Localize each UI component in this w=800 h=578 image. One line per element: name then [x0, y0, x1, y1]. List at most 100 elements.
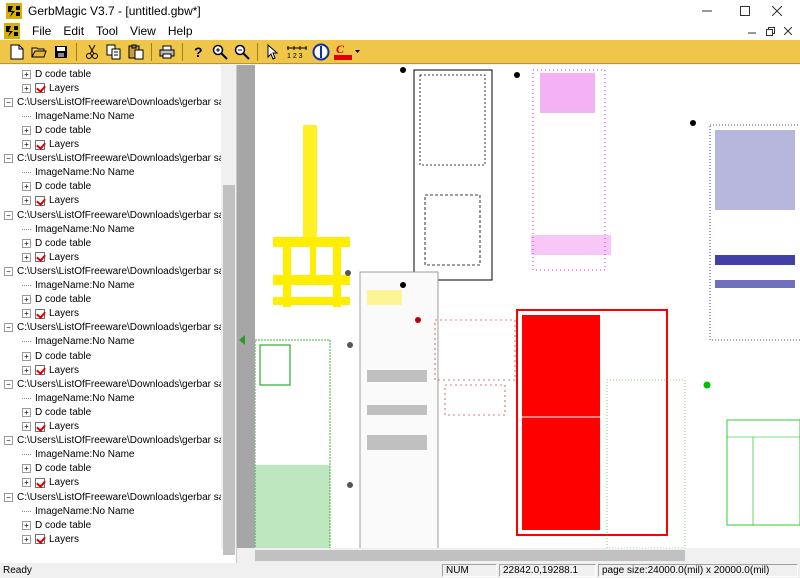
collapse-icon[interactable]: − [4, 97, 13, 107]
select-tool-button[interactable] [262, 41, 284, 63]
tree-item-layers[interactable]: + Layers [22, 532, 79, 546]
tree-item-dcode-table[interactable]: + D code table [22, 236, 91, 250]
zoom-in-button[interactable] [209, 41, 231, 63]
tree-item-image-name[interactable]: ImageName:No Name [22, 391, 134, 405]
expand-icon[interactable]: + [22, 365, 31, 375]
tree-item-dcode-table[interactable]: + D code table [22, 180, 91, 194]
tree-item-dcode-table[interactable]: + D code table [22, 349, 91, 363]
expand-icon[interactable]: + [22, 407, 31, 417]
tree-item-dcode-table[interactable]: + D code table [22, 123, 91, 137]
tree-item-layers[interactable]: + Layers [22, 307, 79, 321]
canvas-scroll-thumb[interactable] [255, 550, 685, 561]
tree-item-layers[interactable]: + Layers [22, 250, 79, 264]
tree-item-file[interactable]: − C:\Users\ListOfFreeware\Downloads\gerba… [4, 208, 236, 222]
tree-vertical-scrollbar[interactable] [221, 65, 236, 555]
expand-icon[interactable]: + [22, 125, 31, 135]
menu-edit[interactable]: Edit [57, 22, 90, 40]
collapse-icon[interactable]: − [4, 266, 13, 276]
tree-item-file[interactable]: − C:\Users\ListOfFreeware\Downloads\gerba… [4, 152, 236, 166]
expand-icon[interactable]: + [22, 238, 31, 248]
expand-icon[interactable]: + [22, 252, 31, 262]
copy-button[interactable] [103, 41, 125, 63]
expand-icon[interactable]: + [22, 295, 31, 305]
layer-checkbox[interactable] [35, 534, 45, 545]
canvas-horizontal-scrollbar[interactable] [237, 548, 800, 563]
new-file-button[interactable] [6, 41, 28, 63]
collapse-icon[interactable]: − [4, 154, 13, 164]
tree-item-dcode-table[interactable]: + D code table [22, 67, 91, 81]
close-button[interactable] [754, 0, 800, 22]
mdi-close-button[interactable] [780, 22, 796, 40]
gerber-canvas[interactable] [255, 65, 800, 550]
tree-item-image-name[interactable]: ImageName:No Name [22, 448, 134, 462]
tree-item-file[interactable]: − C:\Users\ListOfFreeware\Downloads\gerba… [4, 377, 236, 391]
tree-item-layers[interactable]: + Layers [22, 194, 79, 208]
expand-icon[interactable]: + [22, 534, 31, 544]
help-button[interactable]: ? [187, 41, 209, 63]
layer-checkbox[interactable] [35, 477, 45, 488]
expand-icon[interactable]: + [22, 182, 31, 192]
print-button[interactable] [156, 41, 178, 63]
expand-icon[interactable]: + [22, 196, 31, 206]
tree-item-image-name[interactable]: ImageName:No Name [22, 109, 134, 123]
expand-icon[interactable]: + [22, 140, 31, 149]
tree-item-file[interactable]: − C:\Users\ListOfFreeware\Downloads\gerba… [4, 95, 236, 109]
tree-item-layers[interactable]: + Layers [22, 420, 79, 434]
open-file-button[interactable] [28, 41, 50, 63]
tree-item-dcode-table[interactable]: + D code table [22, 293, 91, 307]
layer-checkbox[interactable] [35, 195, 45, 206]
expand-icon[interactable]: + [22, 69, 31, 79]
tree-item-image-name[interactable]: ImageName:No Name [22, 222, 134, 236]
circle-tool-button[interactable] [310, 41, 332, 63]
tree-item-layers[interactable]: + Layers [22, 363, 79, 377]
tree-item-file[interactable]: − C:\Users\ListOfFreeware\Downloads\gerba… [4, 264, 236, 278]
tree-item-dcode-table[interactable]: + D code table [22, 518, 91, 532]
mdi-minimize-button[interactable] [744, 22, 760, 40]
tree-item-layers[interactable]: + Layers [22, 476, 79, 490]
layer-checkbox[interactable] [35, 252, 45, 263]
cut-button[interactable] [81, 41, 103, 63]
collapse-icon[interactable]: − [4, 436, 13, 446]
save-button[interactable] [50, 41, 72, 63]
tree-item-dcode-table[interactable]: + D code table [22, 405, 91, 419]
collapse-icon[interactable]: − [4, 210, 13, 220]
tree-item-image-name[interactable]: ImageName:No Name [22, 504, 134, 518]
collapse-icon[interactable]: − [4, 379, 13, 389]
paste-button[interactable] [125, 41, 147, 63]
tree-item-image-name[interactable]: ImageName:No Name [22, 166, 134, 180]
expand-icon[interactable]: + [22, 464, 31, 474]
zoom-out-button[interactable] [231, 41, 253, 63]
document-logo-icon[interactable] [4, 23, 20, 39]
color-picker-button[interactable]: C [332, 41, 362, 63]
menu-view[interactable]: View [124, 22, 162, 40]
layer-checkbox[interactable] [35, 365, 45, 376]
layer-checkbox[interactable] [35, 139, 45, 150]
tree-scroll-thumb[interactable] [223, 185, 235, 555]
tree-item-layers[interactable]: + Layers [22, 81, 79, 95]
expand-icon[interactable]: + [22, 83, 31, 93]
tree-item-file[interactable]: − C:\Users\ListOfFreeware\Downloads\gerba… [4, 490, 236, 504]
layer-checkbox[interactable] [35, 308, 45, 319]
menu-file[interactable]: File [26, 22, 57, 40]
tree-item-file[interactable]: − C:\Users\ListOfFreeware\Downloads\gerba… [4, 434, 236, 448]
expand-icon[interactable]: + [22, 520, 31, 530]
collapse-icon[interactable]: − [4, 492, 13, 502]
scroll-left-arrow-icon[interactable] [238, 335, 246, 345]
layer-checkbox[interactable] [35, 421, 45, 432]
expand-icon[interactable]: + [22, 478, 31, 488]
expand-icon[interactable]: + [22, 309, 31, 319]
tree-item-image-name[interactable]: ImageName:No Name [22, 279, 134, 293]
expand-icon[interactable]: + [22, 422, 31, 431]
tree-item-layers[interactable]: + Layers [22, 138, 79, 152]
tree-item-image-name[interactable]: ImageName:No Name [22, 335, 134, 349]
tree-item-dcode-table[interactable]: + D code table [22, 462, 91, 476]
ruler-tool-button[interactable]: 1 2 3 [284, 41, 310, 63]
tree-item-file[interactable]: − C:\Users\ListOfFreeware\Downloads\gerba… [4, 321, 236, 335]
menu-help[interactable]: Help [162, 22, 199, 40]
expand-icon[interactable]: + [22, 351, 31, 361]
gerber-drawing[interactable] [255, 65, 800, 550]
mdi-restore-button[interactable] [762, 22, 778, 40]
collapse-icon[interactable]: − [4, 323, 13, 333]
panel-splitter[interactable] [237, 65, 255, 563]
layer-checkbox[interactable] [35, 83, 45, 94]
